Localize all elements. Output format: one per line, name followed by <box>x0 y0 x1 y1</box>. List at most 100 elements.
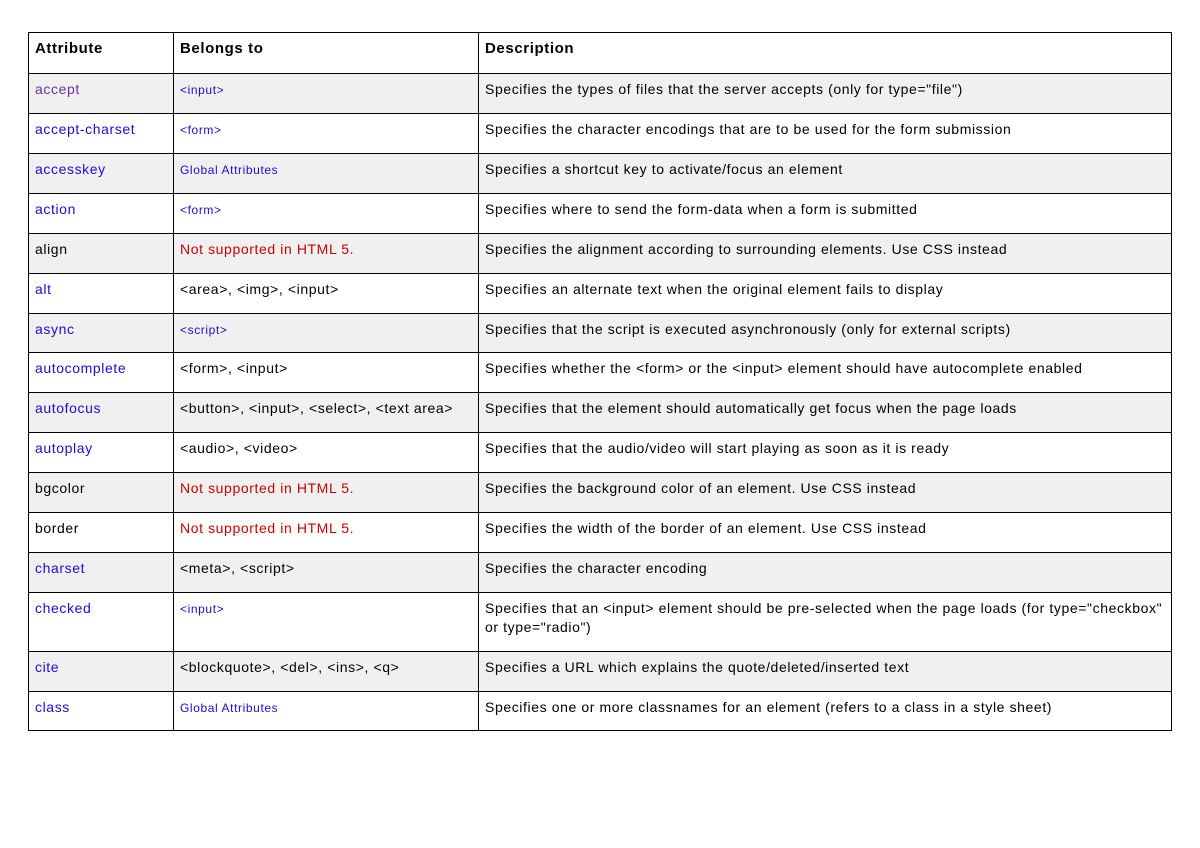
belongs-text: Not supported in HTML 5. <box>180 241 354 257</box>
attribute-cell: charset <box>29 552 174 592</box>
attribute-cell: autoplay <box>29 433 174 473</box>
attribute-link[interactable]: autocomplete <box>35 360 126 376</box>
col-header-description: Description <box>479 33 1172 74</box>
table-row: accept <input> Specifies the types of file… <box>29 74 1172 114</box>
description-cell: Specifies the character encoding <box>479 552 1172 592</box>
table-row: autocomplete <form>, <input> Specifies whe… <box>29 353 1172 393</box>
table-header-row: Attribute Belongs to Description <box>29 33 1172 74</box>
attribute-cell: async <box>29 313 174 353</box>
attributes-table: Attribute Belongs to Description accept <… <box>28 32 1172 731</box>
table-row: autoplay <audio>, <video> Specifies that t… <box>29 433 1172 473</box>
description-cell: Specifies that the script is executed as… <box>479 313 1172 353</box>
belongs-cell: <blockquote>, <del>, <ins>, <q> <box>174 651 479 691</box>
belongs-cell: <input> <box>174 74 479 114</box>
belongs-link[interactable]: <form> <box>180 203 222 217</box>
belongs-cell: Global Attributes <box>174 691 479 731</box>
table-row: cite <blockquote>, <del>, <ins>, <q>Speci… <box>29 651 1172 691</box>
description-cell: Specifies an alternate text when the ori… <box>479 273 1172 313</box>
description-cell: Specifies a URL which explains the quote… <box>479 651 1172 691</box>
table-row: accept-charset <form> Specifies the charac… <box>29 114 1172 154</box>
description-cell: Specifies the background color of an ele… <box>479 473 1172 513</box>
attribute-cell: accept <box>29 74 174 114</box>
attribute-cell: action <box>29 193 174 233</box>
belongs-cell: <form> <box>174 114 479 154</box>
description-cell: Specifies that the element should automa… <box>479 393 1172 433</box>
belongs-cell: <input> <box>174 592 479 651</box>
attribute-cell: bgcolor <box>29 473 174 513</box>
description-cell: Specifies that an <input> element should… <box>479 592 1172 651</box>
belongs-cell: Global Attributes <box>174 154 479 194</box>
table-row: class Global Attributes Specifies one or m… <box>29 691 1172 731</box>
belongs-cell: <script> <box>174 313 479 353</box>
belongs-text: <button>, <input>, <select>, <text area> <box>180 400 453 416</box>
attribute-link[interactable]: cite <box>35 659 59 675</box>
attribute-link[interactable]: checked <box>35 600 91 616</box>
belongs-text: Not supported in HTML 5. <box>180 480 354 496</box>
belongs-text: <audio>, <video> <box>180 440 298 456</box>
description-cell: Specifies the alignment according to sur… <box>479 233 1172 273</box>
belongs-link[interactable]: Global Attributes <box>180 163 278 177</box>
page: Attribute Belongs to Description accept <… <box>0 0 1200 731</box>
attribute-link: border <box>35 520 79 536</box>
belongs-text: <meta>, <script> <box>180 560 295 576</box>
attribute-cell: cite <box>29 651 174 691</box>
attribute-cell: class <box>29 691 174 731</box>
description-cell: Specifies that the audio/video will star… <box>479 433 1172 473</box>
belongs-cell: <form> <box>174 193 479 233</box>
belongs-link[interactable]: Global Attributes <box>180 701 278 715</box>
table-row: async <script> Specifies that the script i… <box>29 313 1172 353</box>
table-row: charset <meta>, <script> Specifies the cha… <box>29 552 1172 592</box>
attribute-link[interactable]: accept <box>35 81 80 97</box>
description-cell: Specifies one or more classnames for an … <box>479 691 1172 731</box>
description-cell: Specifies the character encodings that a… <box>479 114 1172 154</box>
attribute-link[interactable]: alt <box>35 281 52 297</box>
table-row: autofocus <button>, <input>, <select>, <t… <box>29 393 1172 433</box>
attribute-cell: checked <box>29 592 174 651</box>
table-row: accesskey Global Attributes Specifies a sh… <box>29 154 1172 194</box>
belongs-cell: <audio>, <video> <box>174 433 479 473</box>
attribute-link[interactable]: charset <box>35 560 85 576</box>
belongs-link[interactable]: <input> <box>180 83 224 97</box>
attribute-cell: accept-charset <box>29 114 174 154</box>
belongs-link[interactable]: <form> <box>180 123 222 137</box>
belongs-text: <area>, <img>, <input> <box>180 281 339 297</box>
attribute-cell: align <box>29 233 174 273</box>
attribute-link[interactable]: action <box>35 201 76 217</box>
attribute-cell: alt <box>29 273 174 313</box>
belongs-text: <form>, <input> <box>180 360 288 376</box>
attribute-cell: border <box>29 513 174 553</box>
attribute-link: align <box>35 241 68 257</box>
description-cell: Specifies the width of the border of an … <box>479 513 1172 553</box>
belongs-cell: Not supported in HTML 5. <box>174 233 479 273</box>
attribute-link[interactable]: class <box>35 699 70 715</box>
belongs-cell: <button>, <input>, <select>, <text area> <box>174 393 479 433</box>
attribute-link: bgcolor <box>35 480 85 496</box>
attribute-cell: autocomplete <box>29 353 174 393</box>
belongs-cell: <meta>, <script> <box>174 552 479 592</box>
belongs-link[interactable]: <input> <box>180 602 224 616</box>
attribute-link[interactable]: autoplay <box>35 440 93 456</box>
col-header-belongs: Belongs to <box>174 33 479 74</box>
belongs-link[interactable]: <script> <box>180 323 228 337</box>
belongs-cell: <area>, <img>, <input> <box>174 273 479 313</box>
attribute-link[interactable]: accept-charset <box>35 121 135 137</box>
table-row: border Not supported in HTML 5. Specifies … <box>29 513 1172 553</box>
table-row: alt <area>, <img>, <input> Specifies an al… <box>29 273 1172 313</box>
description-cell: Specifies the types of files that the se… <box>479 74 1172 114</box>
description-cell: Specifies a shortcut key to activate/foc… <box>479 154 1172 194</box>
belongs-text: Not supported in HTML 5. <box>180 520 354 536</box>
belongs-cell: <form>, <input> <box>174 353 479 393</box>
attribute-link[interactable]: async <box>35 321 75 337</box>
belongs-cell: Not supported in HTML 5. <box>174 513 479 553</box>
description-cell: Specifies whether the <form> or the <inp… <box>479 353 1172 393</box>
table-row: checked <input> Specifies that an <input> … <box>29 592 1172 651</box>
attribute-link[interactable]: autofocus <box>35 400 101 416</box>
table-row: align Not supported in HTML 5. Specifies t… <box>29 233 1172 273</box>
table-row: action <form> Specifies where to send the … <box>29 193 1172 233</box>
attribute-cell: autofocus <box>29 393 174 433</box>
col-header-attribute: Attribute <box>29 33 174 74</box>
description-cell: Specifies where to send the form-data wh… <box>479 193 1172 233</box>
table-row: bgcolor Not supported in HTML 5. Specifies… <box>29 473 1172 513</box>
attribute-link[interactable]: accesskey <box>35 161 106 177</box>
attribute-cell: accesskey <box>29 154 174 194</box>
